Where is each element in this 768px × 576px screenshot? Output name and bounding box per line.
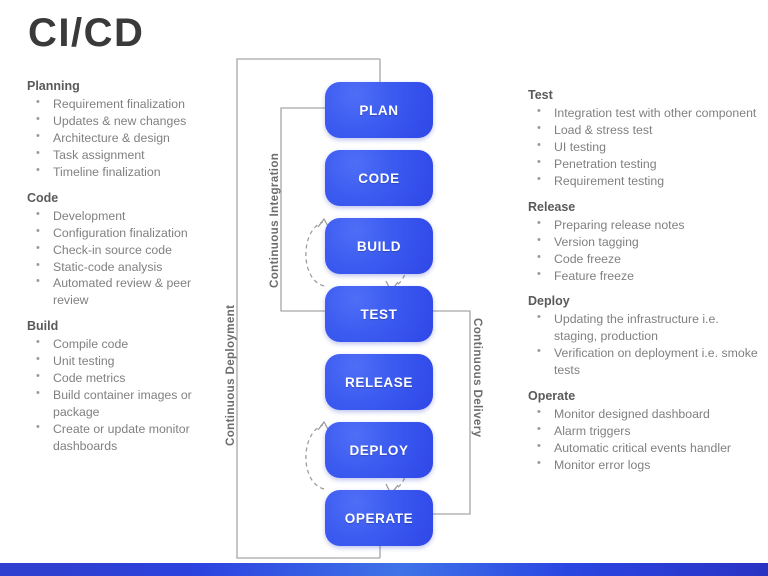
stage-test[interactable]: TEST bbox=[325, 286, 433, 342]
group-heading: Build bbox=[27, 319, 59, 334]
list-item: Requirement testing bbox=[528, 172, 764, 190]
list-item: Unit testing bbox=[27, 352, 223, 370]
list-item: Task assignment bbox=[27, 146, 223, 164]
group-code: Code Development Configuration finalizat… bbox=[27, 190, 223, 310]
group-heading: Test bbox=[528, 88, 553, 102]
label-continuous-deployment: Continuous Deployment bbox=[224, 304, 237, 446]
list-item: Penetration testing bbox=[528, 155, 764, 173]
list-item: Automatic critical events handler bbox=[528, 439, 764, 457]
label-continuous-delivery: Continuous Delivery bbox=[471, 318, 484, 438]
slide-canvas: CI/CD Planning Requirement finalization … bbox=[0, 0, 768, 576]
list-item: Code freeze bbox=[528, 250, 764, 268]
list-item: Verification on deployment i.e. smoke te… bbox=[528, 344, 764, 379]
list-item: Integration test with other component bbox=[528, 104, 764, 122]
group-item-list: Compile code Unit testing Code metrics B… bbox=[27, 335, 223, 455]
group-heading: Planning bbox=[27, 79, 80, 93]
group-heading: Code bbox=[27, 190, 59, 205]
label-continuous-integration: Continuous Integration bbox=[268, 152, 281, 288]
list-item: Load & stress test bbox=[528, 121, 764, 139]
list-item: Code metrics bbox=[27, 369, 223, 387]
stage-plan[interactable]: PLAN bbox=[325, 82, 433, 138]
group-planning: Planning Requirement finalization Update… bbox=[27, 78, 223, 181]
list-item: Timeline finalization bbox=[27, 163, 223, 181]
left-text-column: Planning Requirement finalization Update… bbox=[27, 78, 223, 455]
list-item: Requirement finalization bbox=[27, 95, 223, 113]
list-item: Updating the infrastructure i.e. staging… bbox=[528, 310, 764, 345]
group-item-list: Development Configuration finalization C… bbox=[27, 207, 223, 310]
list-item: Updates & new changes bbox=[27, 112, 223, 130]
bottom-accent-bar bbox=[0, 563, 768, 576]
cicd-flow-diagram: PLAN CODE BUILD TEST RELEASE DEPLOY OPER… bbox=[200, 50, 520, 560]
group-item-list: Updating the infrastructure i.e. staging… bbox=[528, 310, 764, 379]
list-item: Create or update monitor dashboards bbox=[27, 420, 223, 455]
page-title: CI/CD bbox=[28, 11, 145, 55]
group-heading: Release bbox=[528, 199, 576, 214]
list-item: Check-in source code bbox=[27, 241, 223, 259]
list-item: Build container images or package bbox=[27, 386, 223, 421]
group-test: Test Integration test with other compone… bbox=[528, 87, 764, 190]
stage-release[interactable]: RELEASE bbox=[325, 354, 433, 410]
list-item: UI testing bbox=[528, 138, 764, 156]
arc-deploy-to-release bbox=[305, 424, 325, 490]
group-deploy: Deploy Updating the infrastructure i.e. … bbox=[528, 293, 764, 379]
group-item-list: Requirement finalization Updates & new c… bbox=[27, 95, 223, 181]
list-item: Version tagging bbox=[528, 233, 764, 251]
group-heading: Operate bbox=[528, 389, 576, 404]
continuous-integration-loop-path bbox=[280, 107, 325, 312]
stage-code[interactable]: CODE bbox=[325, 150, 433, 206]
right-text-column: Test Integration test with other compone… bbox=[528, 87, 764, 474]
group-build: Build Compile code Unit testing Code met… bbox=[27, 318, 223, 455]
list-item: Alarm triggers bbox=[528, 422, 764, 440]
list-item: Monitor error logs bbox=[528, 456, 764, 474]
arc-build-to-code bbox=[305, 221, 325, 287]
group-item-list: Preparing release notes Version tagging … bbox=[528, 216, 764, 285]
list-item: Compile code bbox=[27, 335, 223, 353]
list-item: Configuration finalization bbox=[27, 224, 223, 242]
group-heading: Deploy bbox=[528, 294, 570, 309]
list-item: Development bbox=[27, 207, 223, 225]
stage-build[interactable]: BUILD bbox=[325, 218, 433, 274]
list-item: Monitor designed dashboard bbox=[528, 405, 764, 423]
list-item: Automated review & peer review bbox=[27, 274, 223, 309]
continuous-delivery-loop-path bbox=[433, 310, 471, 515]
list-item: Feature freeze bbox=[528, 267, 764, 285]
list-item: Static-code analysis bbox=[27, 258, 223, 276]
group-item-list: Monitor designed dashboard Alarm trigger… bbox=[528, 405, 764, 474]
group-item-list: Integration test with other component Lo… bbox=[528, 104, 764, 190]
stage-deploy[interactable]: DEPLOY bbox=[325, 422, 433, 478]
list-item: Preparing release notes bbox=[528, 216, 764, 234]
group-release: Release Preparing release notes Version … bbox=[528, 199, 764, 285]
group-operate: Operate Monitor designed dashboard Alarm… bbox=[528, 388, 764, 474]
list-item: Architecture & design bbox=[27, 129, 223, 147]
stage-operate[interactable]: OPERATE bbox=[325, 490, 433, 546]
